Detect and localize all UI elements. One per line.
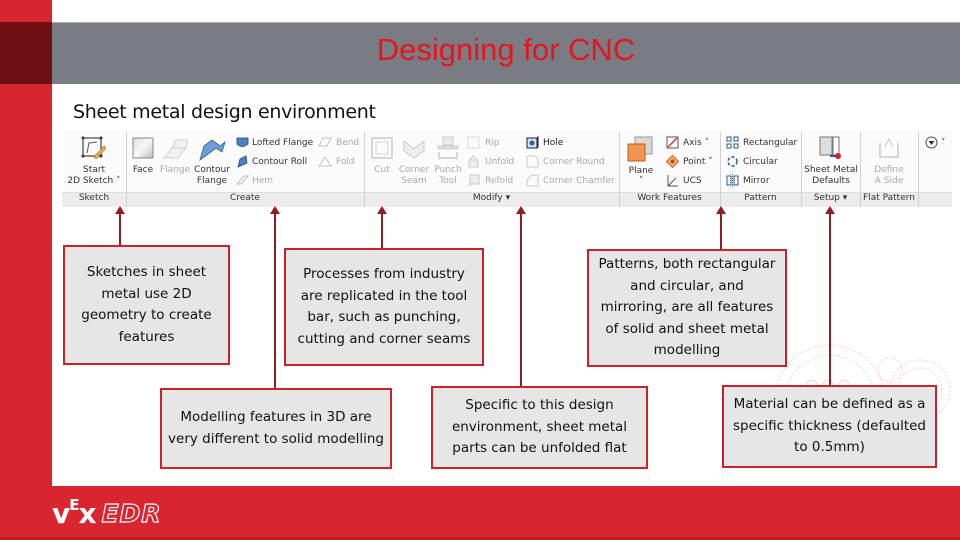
overflow-menu-icon xyxy=(925,136,938,149)
plane-dropdown-arrow[interactable]: ˅ xyxy=(624,176,658,186)
rectangular-pattern-icon xyxy=(726,136,739,149)
callout-patterns: Patterns, both rectangular and circular,… xyxy=(587,249,787,367)
callout-sketches: Sketches in sheet metal use 2D geometry … xyxy=(63,245,230,365)
callout-modelling: Modelling features in 3D are very differ… xyxy=(160,388,392,469)
connector-modelling xyxy=(274,213,276,389)
overflow-arrow: ˅ xyxy=(941,138,946,148)
callout-text: Specific to this design environment, she… xyxy=(451,397,628,457)
refold-icon xyxy=(467,174,480,187)
group-label-sketch: Sketch xyxy=(78,193,110,203)
ribbon-separator xyxy=(918,132,919,207)
group-label-modify[interactable]: Modify ▾ xyxy=(364,193,619,203)
define-a-side-label-2: A Side xyxy=(874,176,904,186)
title-bar: Designing for CNC xyxy=(52,22,960,84)
flange-label: Flange xyxy=(159,165,191,175)
hem-label: Hem xyxy=(252,176,274,186)
fold-icon xyxy=(318,156,332,167)
corner-chamfer-label: Corner Chamfer xyxy=(543,176,615,186)
point-label: Point ˅ xyxy=(683,157,713,167)
circular-pattern-label: Circular xyxy=(743,157,778,167)
callout-material: Material can be defined as a specific th… xyxy=(722,385,937,468)
logo-vex: vEx xyxy=(52,496,97,530)
callout-text: Sketches in sheet metal use 2D geometry … xyxy=(81,264,212,345)
define-a-side-icon xyxy=(879,137,899,158)
corner-seam-icon xyxy=(403,139,425,159)
slide-subtitle: Sheet metal design environment xyxy=(73,101,376,123)
brand-strip-dark xyxy=(0,22,52,84)
ucs-label: UCS xyxy=(683,176,702,186)
vex-edr-logo: vEx EDR xyxy=(52,496,162,530)
callout-text: Material can be defined as a specific th… xyxy=(732,396,926,456)
group-label-pattern: Pattern xyxy=(744,193,777,203)
group-label-flat-pattern: Flat Pattern xyxy=(863,193,915,203)
punch-tool-label-2: Tool xyxy=(439,176,457,186)
contour-roll-label: Contour Roll xyxy=(252,157,308,167)
contour-flange-label-1: Contour xyxy=(194,165,230,175)
rectangular-pattern-label: Rectangular xyxy=(743,138,798,148)
connector-patterns xyxy=(720,213,722,250)
group-label-create: Create xyxy=(230,193,260,203)
contour-flange-label-2: Flange xyxy=(196,176,228,186)
logo-x: x xyxy=(78,497,97,530)
axis-label: Axis ˅ xyxy=(683,138,710,148)
unfold-icon xyxy=(468,155,479,168)
corner-round-label: Corner Round xyxy=(543,157,605,167)
face-label: Face xyxy=(132,165,154,175)
mirror-label: Mirror xyxy=(743,176,770,186)
rip-label: Rip xyxy=(485,138,500,148)
flange-icon xyxy=(162,139,188,159)
sketch-icon xyxy=(81,136,106,160)
sheet-metal-defaults-label-1: Sheet Metal xyxy=(804,165,858,175)
cut-icon xyxy=(371,137,393,159)
connector-unfold xyxy=(520,213,522,388)
axis-icon xyxy=(666,136,679,149)
sheet-metal-defaults-label-2: Defaults xyxy=(812,176,850,186)
mirror-icon xyxy=(726,174,739,187)
face-icon xyxy=(132,137,154,159)
cut-label: Cut xyxy=(374,165,390,175)
plane-icon xyxy=(627,136,653,162)
callout-text: Processes from industry are replicated i… xyxy=(297,266,471,347)
group-label-setup[interactable]: Setup ▾ xyxy=(801,193,860,203)
point-icon xyxy=(666,155,679,168)
corner-seam-label-1: Corner xyxy=(398,165,430,175)
circular-pattern-icon xyxy=(727,156,738,167)
group-label-work-features: Work Features xyxy=(637,193,702,203)
hem-icon xyxy=(236,175,249,185)
corner-seam-label-2: Seam xyxy=(401,176,427,186)
punch-tool-icon xyxy=(437,136,459,159)
slide-title: Designing for CNC xyxy=(376,32,636,67)
connector-processes xyxy=(381,213,383,251)
logo-e: E xyxy=(69,496,79,514)
lofted-flange-label: Lofted Flange xyxy=(252,138,314,148)
fold-label: Fold xyxy=(336,157,355,167)
callout-text: Patterns, both rectangular and circular,… xyxy=(598,256,776,359)
logo-v: v xyxy=(52,497,70,530)
unfold-label: Unfold xyxy=(485,157,515,167)
ucs-icon xyxy=(667,175,678,187)
contour-flange-icon xyxy=(199,139,226,162)
define-a-side-label-1: Define xyxy=(874,165,904,175)
hole-label: Hole xyxy=(543,138,564,148)
bend-label: Bend xyxy=(336,138,360,148)
callout-text: Modelling features in 3D are very differ… xyxy=(168,409,384,447)
start-sketch-label-2: 2D Sketch ˅ xyxy=(67,176,121,186)
refold-label: Refold xyxy=(485,176,514,186)
sheet-metal-defaults-icon xyxy=(819,136,841,159)
lofted-flange-icon xyxy=(236,137,249,147)
corner-chamfer-icon xyxy=(526,174,539,187)
corner-round-icon xyxy=(526,155,539,168)
bend-icon xyxy=(318,137,332,147)
plane-label: Plane xyxy=(628,166,654,176)
contour-roll-icon xyxy=(237,155,248,168)
connector-material xyxy=(829,213,831,387)
hole-icon xyxy=(526,136,539,149)
rip-icon xyxy=(467,136,480,149)
punch-tool-label-1: Punch xyxy=(434,165,462,175)
callout-unfold: Specific to this design environment, she… xyxy=(431,386,648,469)
start-sketch-label-1: Start xyxy=(83,165,105,175)
logo-edr: EDR xyxy=(101,499,162,528)
callout-processes: Processes from industry are replicated i… xyxy=(284,248,484,366)
